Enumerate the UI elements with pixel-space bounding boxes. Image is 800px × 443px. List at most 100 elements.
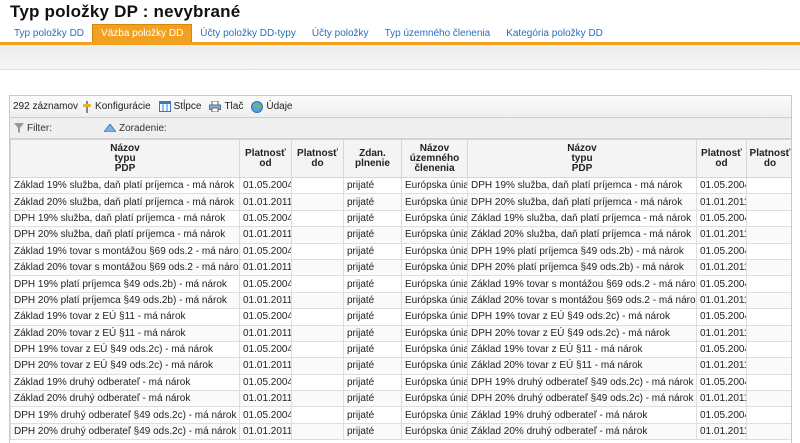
table-row[interactable]: Základ 19% služba, daň platí príjemca - … bbox=[10, 176, 791, 195]
filter-button[interactable]: Filter: bbox=[14, 123, 104, 134]
table-cell: Európska únia bbox=[401, 422, 468, 441]
config-label: Konfigurácie bbox=[95, 101, 151, 112]
table-cell bbox=[291, 176, 344, 195]
tab-kategoria-polozky-dd[interactable]: Kategória položky DD bbox=[498, 25, 611, 42]
data-label: Údaje bbox=[266, 101, 293, 112]
table-cell: DPH 20% druhý odberateľ §49 ods.2c) - má… bbox=[10, 422, 240, 441]
table-cell: Základ 19% druhý odberateľ - má nárok bbox=[10, 373, 240, 392]
table-cell: 01.05.2004 bbox=[696, 275, 747, 293]
config-icon bbox=[82, 100, 92, 113]
table-cell: prijaté bbox=[343, 193, 402, 211]
table-row[interactable]: Základ 20% druhý odberateľ - má nárok 01.… bbox=[10, 390, 791, 408]
table-row[interactable]: DPH 20% tovar z EÚ §49 ods.2c) - má náro… bbox=[10, 357, 791, 375]
table-cell: Európska únia bbox=[401, 390, 468, 408]
table-cell: 01.05.2004 bbox=[239, 406, 292, 424]
column-header[interactable]: Názov územného členenia bbox=[401, 139, 468, 178]
column-header-label: Názov typu PDP bbox=[567, 142, 597, 174]
table-cell: prijaté bbox=[343, 390, 402, 408]
tab-typ-polozky-dd[interactable]: Typ položky DD bbox=[6, 25, 92, 42]
table-cell bbox=[746, 340, 791, 359]
tab-typ-uzemneho-clenenia[interactable]: Typ územného členenia bbox=[377, 25, 499, 42]
tab-vazba-polozky-dd[interactable]: Väzba položky DD bbox=[92, 24, 193, 42]
column-header-label: Názov územného členenia bbox=[409, 142, 460, 174]
table-cell bbox=[746, 324, 791, 342]
table-row[interactable]: DPH 19% druhý odberateľ §49 ods.2c) - má… bbox=[10, 406, 791, 424]
table-row[interactable]: DPH 20% druhý odberateľ §49 ods.2c) - má… bbox=[10, 422, 791, 441]
table-cell: 01.01.2011 bbox=[696, 193, 747, 211]
table-row[interactable]: DPH 19% platí príjemca §49 ods.2b) - má … bbox=[10, 275, 791, 293]
table-row[interactable]: Základ 20% služba, daň platí príjemca - … bbox=[10, 193, 791, 211]
grid-toolbar: 292 záznamov Konfigurácie Stĺpce Tlač Úd… bbox=[10, 96, 791, 118]
table-cell: 01.01.2011 bbox=[696, 357, 747, 375]
table-cell: DPH 19% služba, daň platí príjemca - má … bbox=[10, 209, 240, 228]
table-cell: 01.01.2011 bbox=[696, 291, 747, 310]
table-row[interactable]: DPH 19% tovar z EÚ §49 ods.2c) - má náro… bbox=[10, 340, 791, 359]
table-cell: 01.05.2004 bbox=[696, 209, 747, 228]
table-cell: 01.01.2011 bbox=[696, 422, 747, 441]
table-cell bbox=[746, 422, 791, 441]
table-row[interactable]: DPH 20% služba, daň platí príjemca - má … bbox=[10, 226, 791, 244]
table-cell: 01.05.2004 bbox=[239, 340, 292, 359]
column-header[interactable]: Platnosť od bbox=[696, 139, 747, 178]
table-cell: Európska únia bbox=[401, 242, 468, 260]
table-cell: 01.01.2011 bbox=[239, 258, 292, 277]
table-cell: Európska únia bbox=[401, 209, 468, 228]
column-header-label: Platnosť do bbox=[297, 147, 338, 169]
grid-panel: 292 záznamov Konfigurácie Stĺpce Tlač Úd… bbox=[9, 95, 792, 443]
table-cell: Základ 19% tovar z EÚ §11 - má nárok bbox=[467, 340, 697, 359]
table-cell bbox=[746, 390, 791, 408]
table-cell: Európska únia bbox=[401, 275, 468, 293]
column-header[interactable]: Názov typu PDP bbox=[10, 139, 240, 178]
config-button[interactable]: Konfigurácie bbox=[82, 100, 151, 113]
table-cell: Európska únia bbox=[401, 324, 468, 342]
table-row[interactable]: Základ 20% tovar z EÚ §11 - má nárok 01.0… bbox=[10, 324, 791, 342]
column-header[interactable]: Zdan. plnenie bbox=[343, 139, 402, 178]
table-cell: Základ 20% tovar s montážou §69 ods.2 - … bbox=[467, 291, 697, 310]
tab-bar: Typ položky DD Väzba položky DD Účty pol… bbox=[0, 24, 800, 42]
table-cell: prijaté bbox=[343, 340, 402, 359]
column-header[interactable]: Platnosť do bbox=[291, 139, 344, 178]
record-count: 292 záznamov bbox=[13, 101, 79, 112]
table-cell: 01.01.2011 bbox=[239, 291, 292, 310]
table-cell: 01.05.2004 bbox=[696, 242, 747, 260]
table-row[interactable]: Základ 19% druhý odberateľ - má nárok 01.… bbox=[10, 373, 791, 392]
table-cell: Európska únia bbox=[401, 226, 468, 244]
table-row[interactable]: DPH 19% služba, daň platí príjemca - má … bbox=[10, 209, 791, 228]
table-cell: Európska únia bbox=[401, 340, 468, 359]
table-cell: prijaté bbox=[343, 209, 402, 228]
table-cell bbox=[291, 324, 344, 342]
data-table: Názov typu PDP Platnosť od Platnosť do Zdan… bbox=[10, 139, 791, 441]
column-header[interactable]: Názov typu PDP bbox=[467, 139, 697, 178]
table-cell: prijaté bbox=[343, 258, 402, 277]
tab-ucty-polozky-dd-typy[interactable]: Účty položky DD-typy bbox=[192, 25, 304, 42]
table-row[interactable]: Základ 19% tovar s montážou §69 ods.2 - … bbox=[10, 242, 791, 260]
table-cell: prijaté bbox=[343, 226, 402, 244]
table-row[interactable]: Základ 20% tovar s montážou §69 ods.2 - … bbox=[10, 258, 791, 277]
table-cell: 01.05.2004 bbox=[696, 176, 747, 195]
table-cell: DPH 20% služba, daň platí príjemca - má … bbox=[467, 193, 697, 211]
table-cell: DPH 19% druhý odberateľ §49 ods.2c) - má… bbox=[10, 406, 240, 424]
print-button[interactable]: Tlač bbox=[209, 101, 243, 112]
table-cell: 01.01.2011 bbox=[239, 226, 292, 244]
table-cell: Základ 20% druhý odberateľ - má nárok bbox=[10, 390, 240, 408]
columns-button[interactable]: Stĺpce bbox=[158, 101, 202, 112]
table-cell: Európska únia bbox=[401, 176, 468, 195]
table-cell bbox=[291, 242, 344, 260]
table-cell: Základ 19% tovar z EÚ §11 - má nárok bbox=[10, 308, 240, 326]
page-title: Typ položky DP : nevybrané bbox=[10, 2, 241, 21]
table-cell bbox=[746, 406, 791, 424]
sort-icon bbox=[104, 124, 116, 132]
column-header[interactable]: Platnosť do bbox=[746, 139, 791, 178]
table-cell: Základ 20% služba, daň platí príjemca - … bbox=[10, 193, 240, 211]
table-cell: DPH 20% platí príjemca §49 ods.2b) - má … bbox=[467, 258, 697, 277]
table-cell: 01.05.2004 bbox=[239, 308, 292, 326]
table-cell bbox=[746, 275, 791, 293]
table-row[interactable]: Základ 19% tovar z EÚ §11 - má nárok 01.0… bbox=[10, 308, 791, 326]
columns-label: Stĺpce bbox=[173, 101, 202, 112]
column-header[interactable]: Platnosť od bbox=[239, 139, 292, 178]
table-row[interactable]: DPH 20% platí príjemca §49 ods.2b) - má … bbox=[10, 291, 791, 310]
table-cell: Základ 20% služba, daň platí príjemca - … bbox=[467, 226, 697, 244]
tab-ucty-polozky[interactable]: Účty položky bbox=[304, 25, 377, 42]
sort-button[interactable]: Zoradenie: bbox=[104, 123, 167, 134]
data-button[interactable]: Údaje bbox=[251, 100, 293, 113]
